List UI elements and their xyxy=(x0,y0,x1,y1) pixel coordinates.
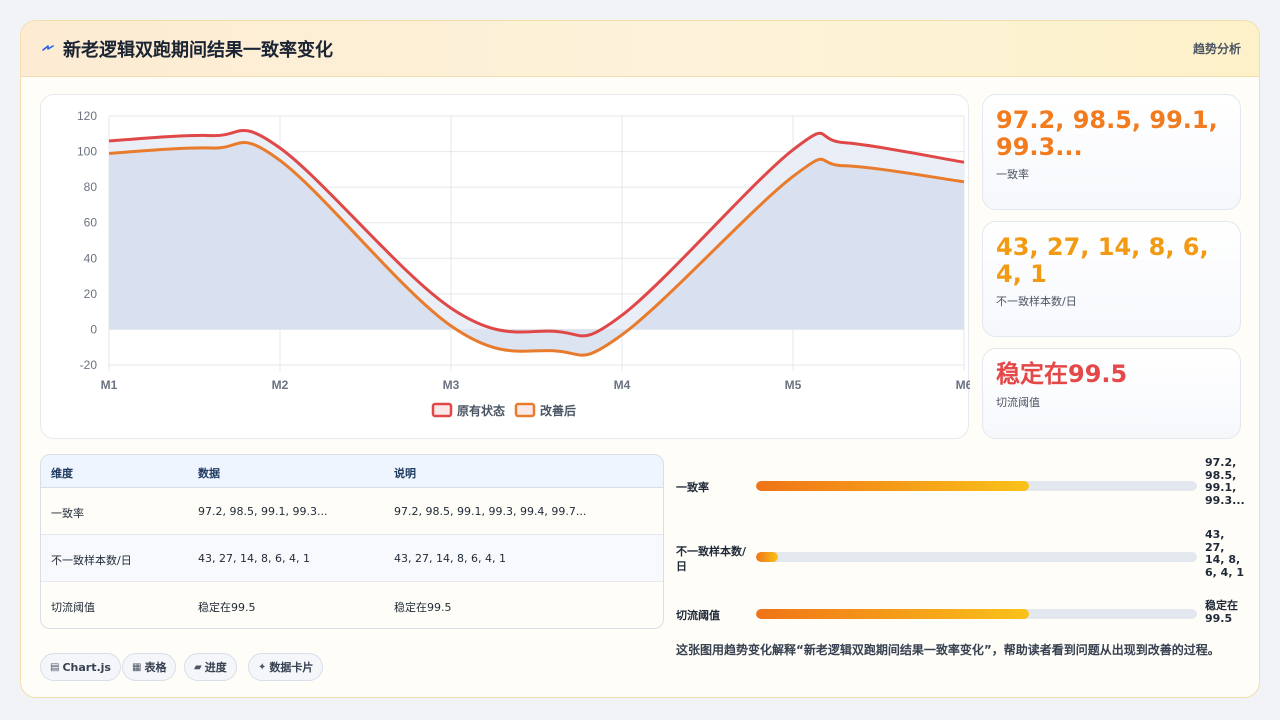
stat-card-consistency: 97.2, 98.5, 99.1, 99.3... 一致率 xyxy=(982,94,1241,210)
table-header-row: 维度 数据 说明 xyxy=(41,455,663,488)
table-row: 不一致样本数/日 43, 27, 14, 8, 6, 4, 1 43, 27, … xyxy=(41,535,663,582)
legend-label: 原有状态 xyxy=(457,403,505,418)
stat-label: 不一致样本数/日 xyxy=(996,295,1077,308)
stat-card-mismatch: 43, 27, 14, 8, 6, 4, 1 不一致样本数/日 xyxy=(982,221,1241,337)
progress-label: 切流阈值 xyxy=(676,609,720,622)
x-tick-label: M1 xyxy=(101,378,118,392)
legend-label: 改善后 xyxy=(540,403,576,418)
progress-label: 不一致样本数/日 xyxy=(676,545,747,573)
progress-panel: 一致率 97.2, 98.5, 99.1, 99.3... 不一致样本数/日 4… xyxy=(676,454,1246,629)
stat-value: 43, 27, 14, 8, 6, 4, 1 xyxy=(996,233,1209,288)
y-tick-label: 40 xyxy=(84,251,98,265)
chip-progress[interactable]: ▰ 进度 xyxy=(184,653,237,681)
chip-chartjs[interactable]: ▤ Chart.js xyxy=(40,653,121,681)
x-tick-label: M3 xyxy=(443,378,460,392)
table-cell: 43, 27, 14, 8, 6, 4, 1 xyxy=(394,552,506,565)
chart-icon: ▤ xyxy=(50,661,60,673)
y-tick-label: 80 xyxy=(84,180,98,194)
stat-value: 97.2, 98.5, 99.1, 99.3... xyxy=(996,106,1218,161)
progress-track xyxy=(756,481,1197,491)
chip-label: Chart.js xyxy=(62,660,111,674)
y-tick-label: 120 xyxy=(77,109,97,123)
y-tick-label: 20 xyxy=(84,287,98,301)
table-cell: 稳定在99.5 xyxy=(198,601,256,614)
table-cell: 不一致样本数/日 xyxy=(51,554,132,567)
page-title: 新老逻辑双跑期间结果一致率变化 xyxy=(63,40,333,61)
y-tick-label: 0 xyxy=(90,322,97,336)
progress-fill xyxy=(756,481,1030,491)
table-header-cell: 说明 xyxy=(394,467,416,480)
stat-card-threshold: 稳定在99.5 切流阈值 xyxy=(982,348,1241,439)
progress-track xyxy=(756,552,1197,562)
stat-value: 稳定在99.5 xyxy=(996,360,1128,388)
table-cell: 97.2, 98.5, 99.1, 99.3... xyxy=(198,505,328,518)
legend-swatch xyxy=(514,402,536,418)
chip-label: 进度 xyxy=(204,661,227,674)
x-tick-label: M6 xyxy=(956,378,970,392)
line-chart: 120 100 80 60 40 20 0 -20M1 M2 M3 M4 M5 M6 原有状态 改善后 xyxy=(77,109,970,418)
progress-value: 稳定在99.5 xyxy=(1205,599,1238,625)
progress-fill xyxy=(756,609,1030,619)
table-cell: 43, 27, 14, 8, 6, 4, 1 xyxy=(198,552,310,565)
progress-label: 一致率 xyxy=(676,481,709,494)
legend-swatch xyxy=(431,402,453,418)
chip-table[interactable]: ▦ 表格 xyxy=(122,653,177,681)
table-row: 切流阈值 稳定在99.5 稳定在99.5 xyxy=(41,582,663,628)
progress-fill xyxy=(756,552,779,562)
progress-value: 43, 27, 14, 8, 6, 4, 1 xyxy=(1205,528,1244,579)
sparkle-icon: ✦ xyxy=(258,661,267,673)
table-cell: 97.2, 98.5, 99.1, 99.3, 99.4, 99.7... xyxy=(394,505,587,518)
table-row: 一致率 97.2, 98.5, 99.1, 99.3... 97.2, 98.5… xyxy=(41,488,663,535)
table-cell: 稳定在99.5 xyxy=(394,601,452,614)
x-tick-label: M5 xyxy=(785,378,802,392)
chart-description: 这张图用趋势变化解释“新老逻辑双跑期间结果一致率变化”，帮助读者看到问题从出现到… xyxy=(676,643,1220,657)
table-cell: 一致率 xyxy=(51,507,84,520)
progress-value: 97.2, 98.5, 99.1, 99.3... xyxy=(1205,456,1245,507)
stat-label: 切流阈值 xyxy=(996,396,1040,409)
data-table: 维度 数据 说明 一致率 97.2, 98.5, 99.1, 99.3... 9… xyxy=(40,454,664,629)
chip-label: 表格 xyxy=(144,661,167,674)
x-tick-label: M2 xyxy=(272,378,289,392)
header-tag: 趋势分析 xyxy=(1192,42,1241,56)
y-tick-label: 60 xyxy=(84,216,98,230)
bolt-icon xyxy=(42,45,54,51)
table-header-cell: 数据 xyxy=(198,467,220,480)
chip-label: 数据卡片 xyxy=(269,661,314,674)
y-tick-label: -20 xyxy=(80,358,98,372)
header-bar: 新老逻辑双跑期间结果一致率变化 趋势分析 xyxy=(21,21,1259,77)
y-tick-label: 100 xyxy=(77,145,97,159)
series-area xyxy=(109,142,964,356)
table-icon: ▦ xyxy=(132,661,142,673)
progress-icon: ▰ xyxy=(194,661,202,673)
chip-data-cards[interactable]: ✦ 数据卡片 xyxy=(248,653,324,681)
chart-panel: 120 100 80 60 40 20 0 -20M1 M2 M3 M4 M5 M6 原有状态 改善后 xyxy=(40,94,970,439)
x-tick-label: M4 xyxy=(614,378,631,392)
dashboard-card: 新老逻辑双跑期间结果一致率变化 趋势分析 120 100 80 60 40 20 0 -20 M… xyxy=(20,20,1260,698)
progress-track xyxy=(756,609,1197,619)
stat-label: 一致率 xyxy=(996,168,1029,181)
table-cell: 切流阈值 xyxy=(51,601,95,614)
table-header-cell: 维度 xyxy=(51,467,73,480)
